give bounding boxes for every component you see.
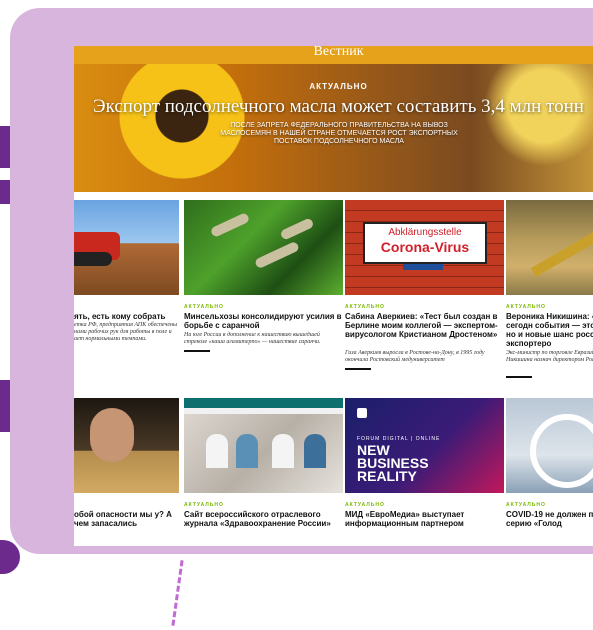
news-lead: Гиза Аверкиев выросла в Ростове-на-Дону,… [345,350,485,363]
decor-bar-left-3 [0,380,10,432]
news-title[interactable]: ять, есть кому собрать [74,312,179,321]
arrow-icon [403,264,443,270]
tractor-image[interactable] [74,200,179,295]
browser-screen: Вестник АКТУАЛЬНО Экспорт подсолнечного … [74,46,593,546]
news-rubric: АКТУАЛЬНО [345,502,385,508]
card-underline [506,376,532,378]
news-rubric: АКТУАЛЬНО [506,304,546,310]
news-title[interactable]: МИД «ЕвроМедиа» выступает информационным… [345,510,504,528]
decor-bar-left-1 [0,126,10,168]
decor-ring-left [0,540,20,574]
harvest-image[interactable] [506,200,593,295]
news-title[interactable]: Сайт всероссийского отраслевого журнала … [184,510,343,528]
news-lead: На юге России в дополнение к нашествию в… [184,332,321,345]
card-underline [184,350,210,352]
site-logo[interactable]: Вестник [74,46,593,60]
news-title[interactable]: Минсельхозы консолидируют усилия в борьб… [184,312,343,330]
fao-booth-image[interactable] [506,398,593,493]
hero-lead: ПОСЛЕ ЗАПРЕТА ФЕДЕРАЛЬНОГО ПРАВИТЕЛЬСТВА… [220,122,458,145]
sign-line-1: Abklärungsstelle [388,227,462,238]
card-underline [345,368,371,370]
news-rubric: АКТУАЛЬНО [184,304,224,310]
tablet-frame: Вестник АКТУАЛЬНО Экспорт подсолнечного … [10,8,593,554]
emblem-icon [357,408,367,418]
news-title[interactable]: COVID-19 не должен пр еще одну серию «Го… [506,510,593,528]
locust-image[interactable] [184,200,343,295]
website-screenshot-image[interactable] [184,398,343,493]
news-rubric: АКТУАЛЬНО [184,502,224,508]
hero-banner[interactable]: Вестник АКТУАЛЬНО Экспорт подсолнечного … [74,46,593,192]
news-title[interactable]: Вероника Никишина: «Происходящие сегодн … [506,312,593,348]
forum-banner-image[interactable]: FORUM DIGITAL | ONLINE NEW BUSINESS REAL… [345,398,504,493]
sign-line-2: Corona-Virus [380,239,470,255]
grain-man-image[interactable] [74,398,179,493]
forum-slogan: NEW BUSINESS REALITY [357,442,429,484]
hero-title[interactable]: Экспорт подсолнечного масла может состав… [74,96,593,118]
news-lead: етка РФ, предприятия АПК обеспечены нами… [74,322,178,342]
corona-sign: Abklärungsstelle Corona-Virus [363,222,487,264]
news-title[interactable]: Сабина Аверкиев: «Тест был создан в Берл… [345,312,504,339]
news-lead: Экс-министр по торговле Евразийской коми… [506,350,593,363]
news-rubric: АКТУАЛЬНО [345,304,385,310]
decor-bar-left-2 [0,180,10,204]
decor-dashed-line [171,560,184,626]
news-rubric: АКТУАЛЬНО [506,502,546,508]
hero-rubric: АКТУАЛЬНО [309,82,368,91]
news-title[interactable]: обой опасности мы у? А чем запасались [74,510,179,528]
fao-logo-icon [530,414,593,488]
corona-sign-image[interactable]: Abklärungsstelle Corona-Virus [345,200,504,295]
